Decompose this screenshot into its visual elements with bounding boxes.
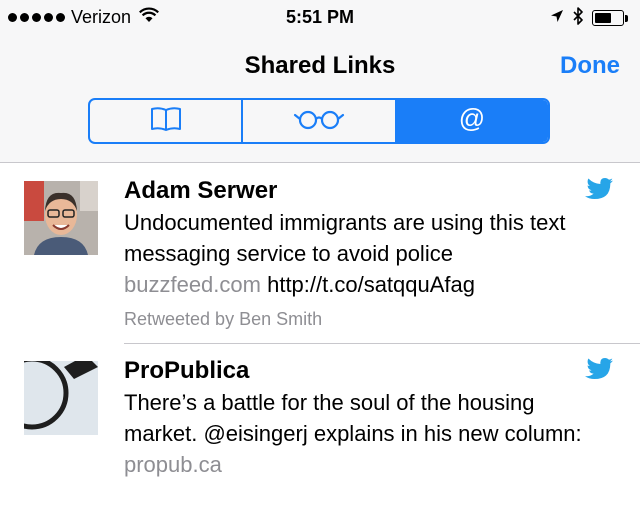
page-title: Shared Links bbox=[244, 52, 396, 79]
retweeted-by: Retweeted by Ben Smith bbox=[124, 309, 323, 329]
done-button[interactable]: Done bbox=[560, 50, 620, 82]
author-name: ProPublica bbox=[124, 357, 250, 384]
text-line-2: market. @eisingerj explains in his new c… bbox=[124, 421, 582, 446]
list-item[interactable]: ProPublica There’s a battle for the soul… bbox=[0, 343, 640, 523]
tab-bookmarks[interactable] bbox=[90, 100, 241, 142]
tab-reading-list[interactable] bbox=[241, 100, 394, 142]
location-arrow-icon bbox=[550, 9, 564, 28]
tab-shared-links[interactable]: @ bbox=[394, 100, 548, 142]
bluetooth-icon bbox=[572, 7, 584, 30]
shared-link-text: There’s a battle for the soul of the hou… bbox=[124, 387, 620, 480]
twitter-bird-icon bbox=[584, 357, 614, 388]
avatar bbox=[24, 181, 98, 255]
status-time: 5:51 PM bbox=[285, 7, 355, 27]
header: Verizon 5:51 PM Shared Links Done @ bbox=[0, 0, 640, 163]
status-right bbox=[550, 7, 630, 30]
link-url[interactable]: http://t.co/satqquAfag bbox=[267, 272, 475, 297]
link-line: propub.ca bbox=[124, 449, 620, 480]
book-icon bbox=[149, 106, 183, 137]
text-line-1: There’s a battle for the soul of the hou… bbox=[124, 390, 535, 415]
svg-text:@: @ bbox=[459, 104, 485, 133]
twitter-bird-icon bbox=[584, 177, 614, 208]
battery-icon bbox=[592, 9, 630, 28]
link-domain: propub.ca bbox=[124, 452, 222, 477]
text-line-2: messaging service to avoid police bbox=[124, 241, 453, 266]
shared-link-text: Undocumented immigrants are using this t… bbox=[124, 207, 620, 300]
text-line-1: Undocumented immigrants are using this t… bbox=[124, 210, 566, 235]
avatar bbox=[24, 361, 98, 435]
segmented-control: @ bbox=[88, 98, 550, 144]
shared-links-list: Adam Serwer Undocumented immigrants are … bbox=[0, 163, 640, 523]
glasses-icon bbox=[292, 107, 346, 136]
status-bar: Verizon 5:51 PM bbox=[0, 0, 640, 36]
author-name: Adam Serwer bbox=[124, 177, 278, 204]
at-sign-icon: @ bbox=[457, 103, 487, 139]
link-domain: buzzfeed.com bbox=[124, 272, 261, 297]
link-line: buzzfeed.com http://t.co/satqquAfag bbox=[124, 269, 620, 300]
list-item[interactable]: Adam Serwer Undocumented immigrants are … bbox=[0, 163, 640, 343]
